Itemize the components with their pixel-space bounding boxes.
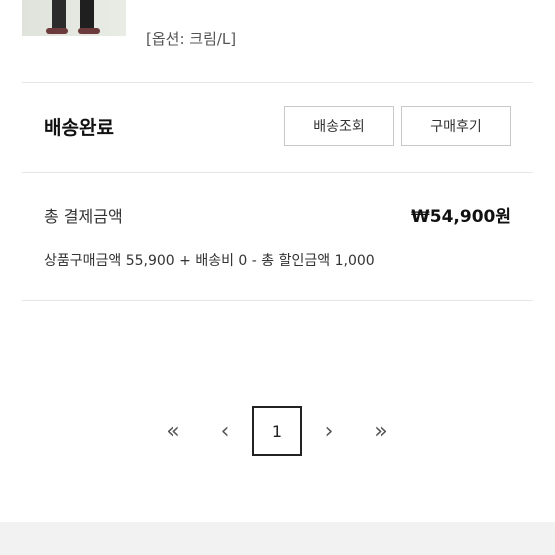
footer-band	[0, 522, 555, 555]
first-page-icon[interactable]: «	[148, 406, 198, 456]
divider	[22, 300, 533, 301]
divider	[22, 82, 533, 83]
write-review-button[interactable]: 구매후기	[401, 106, 511, 146]
next-page-icon[interactable]: ›	[304, 406, 354, 456]
total-payment-label: 총 결제금액	[44, 207, 123, 226]
page-number-current[interactable]: 1	[252, 406, 302, 456]
payment-breakdown: 상품구매금액 55,900 + 배송비 0 - 총 할인금액 1,000	[44, 253, 375, 269]
divider	[22, 172, 533, 173]
order-item-row: [옵션: 크림/L]	[0, 0, 555, 82]
product-option: [옵션: 크림/L]	[146, 30, 237, 48]
product-thumbnail[interactable]	[22, 0, 126, 36]
last-page-icon[interactable]: »	[356, 406, 406, 456]
track-delivery-button[interactable]: 배송조회	[284, 106, 394, 146]
order-status: 배송완료	[44, 117, 114, 139]
prev-page-icon[interactable]: ‹	[200, 406, 250, 456]
total-payment-value: ₩54,900원	[411, 207, 511, 227]
